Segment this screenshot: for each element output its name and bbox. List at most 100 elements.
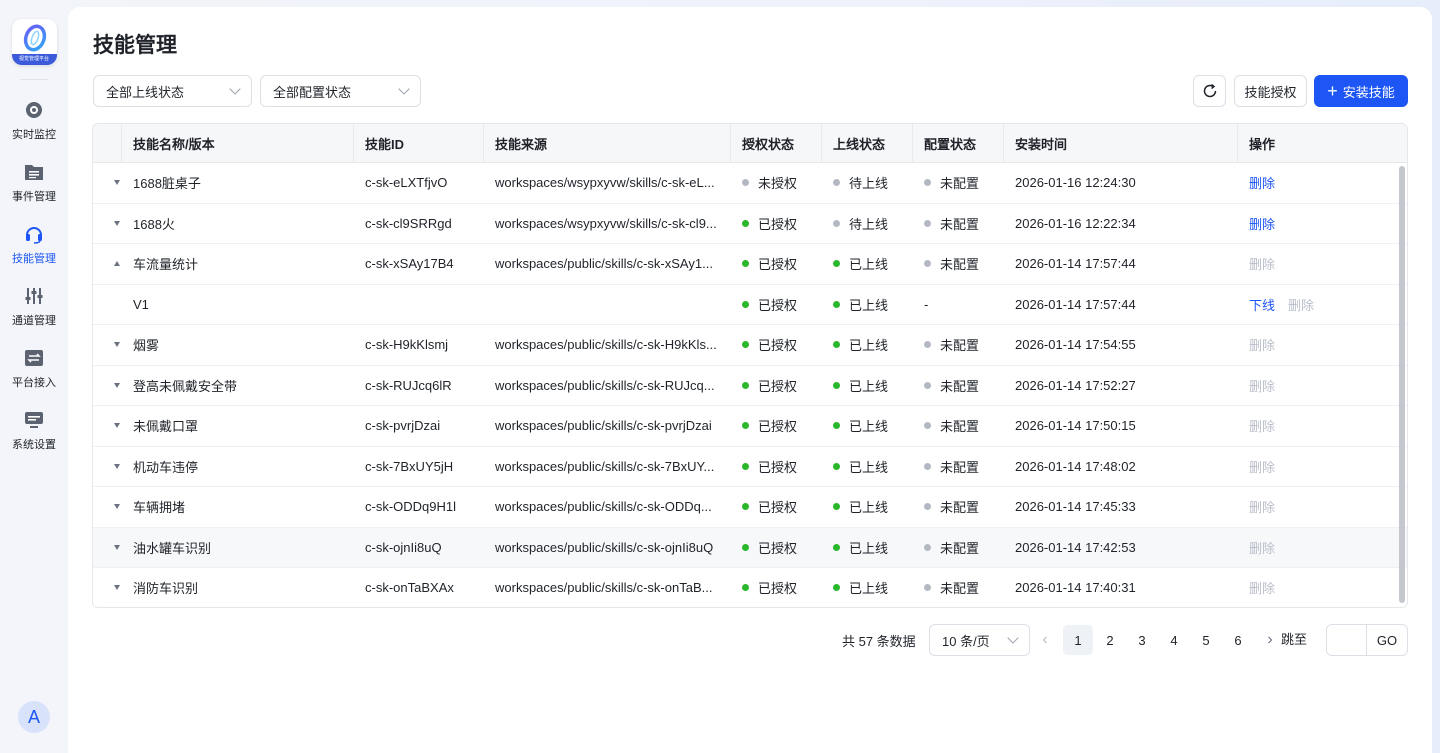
table-row[interactable]: 登高未佩戴安全带 c-sk-RUJcq6lR workspaces/public/s… bbox=[93, 365, 1407, 406]
expand-toggle[interactable] bbox=[93, 423, 121, 429]
table-row[interactable]: 未佩戴口罩 c-sk-pvrjDzai workspaces/public/skil… bbox=[93, 406, 1407, 447]
page-number-3[interactable]: 3 bbox=[1127, 625, 1157, 655]
online-status-text: 已上线 bbox=[849, 297, 889, 313]
row-actions: 删除 bbox=[1237, 538, 1395, 557]
sidebar-item-label: 实时监控 bbox=[12, 129, 56, 141]
skill-id: c-sk-pvrjDzai bbox=[365, 418, 441, 434]
page-size-value: 10 条/页 bbox=[942, 633, 990, 649]
pagination-total: 共 57 条数据 bbox=[842, 633, 916, 649]
config-status: 未配置 bbox=[912, 173, 1003, 192]
expand-toggle[interactable] bbox=[93, 342, 121, 348]
config-status: 未配置 bbox=[912, 254, 1003, 273]
skill-source: workspaces/public/skills/c-sk-RUJcq... bbox=[495, 377, 715, 393]
table-row[interactable]: 1688火 c-sk-cl9SRRgd workspaces/wsypxyvw/sk… bbox=[93, 203, 1407, 244]
install-time: 2026-01-14 17:40:31 bbox=[1015, 580, 1136, 596]
table-row[interactable]: 车流量统计 c-sk-xSAy17B4 workspaces/public/skil… bbox=[93, 244, 1407, 285]
online-status: 已上线 bbox=[821, 254, 912, 273]
online-status: 待上线 bbox=[821, 214, 912, 233]
sidebar-item-realtime-monitor[interactable]: 实时监控 bbox=[0, 90, 68, 152]
caret-down-icon bbox=[114, 423, 120, 429]
status-dot bbox=[833, 260, 840, 268]
auth-status-text: 已授权 bbox=[758, 257, 798, 273]
auth-status-text: 已授权 bbox=[758, 459, 798, 475]
expand-toggle[interactable] bbox=[93, 180, 121, 186]
config-status-text: 未配置 bbox=[940, 216, 980, 232]
config-status-text: 未配置 bbox=[940, 419, 980, 435]
chevron-left-icon: ‹ bbox=[1042, 631, 1048, 648]
config-status-filter[interactable]: 全部配置状态 bbox=[260, 75, 421, 107]
refresh-button[interactable] bbox=[1193, 75, 1226, 107]
avatar[interactable]: A bbox=[18, 701, 50, 733]
config-status: 未配置 bbox=[912, 416, 1003, 435]
expand-toggle[interactable] bbox=[93, 261, 121, 267]
table-row[interactable]: 烟雾 c-sk-H9kKlsmj workspaces/public/skills/… bbox=[93, 325, 1407, 366]
table-row[interactable]: 消防车识别 c-sk-onTaBXAx workspaces/public/skil… bbox=[93, 568, 1407, 607]
sidebar-item-system-settings[interactable]: 系统设置 bbox=[0, 400, 68, 462]
table-row[interactable]: 机动车违停 c-sk-7BxUY5jH workspaces/public/skil… bbox=[93, 446, 1407, 487]
online-status-filter[interactable]: 全部上线状态 bbox=[93, 75, 252, 107]
jump-page-input[interactable] bbox=[1327, 625, 1367, 655]
column-header-config: 配置状态 bbox=[912, 124, 1003, 163]
install-skill-button[interactable]: + 安装技能 bbox=[1314, 75, 1408, 107]
server-icon bbox=[24, 410, 44, 430]
row-actions: 删除 bbox=[1237, 578, 1395, 597]
skill-id: c-sk-onTaBXAx bbox=[365, 580, 454, 596]
offline-link[interactable]: 下线 bbox=[1249, 295, 1275, 314]
skill-source: workspaces/public/skills/c-sk-ODDq... bbox=[495, 499, 712, 515]
skill-name: 1688火 bbox=[133, 216, 175, 232]
delete-link[interactable]: 删除 bbox=[1249, 173, 1275, 192]
logo-caption: 视觉管理平台 bbox=[11, 54, 57, 65]
expand-toggle[interactable] bbox=[93, 544, 121, 550]
page-number-2[interactable]: 2 bbox=[1095, 625, 1125, 655]
config-status-text: 未配置 bbox=[940, 500, 980, 516]
skill-name: 烟雾 bbox=[133, 338, 160, 354]
next-page-button[interactable]: › bbox=[1258, 624, 1282, 656]
prev-page-button[interactable]: ‹ bbox=[1033, 624, 1057, 656]
page-number-6[interactable]: 6 bbox=[1223, 625, 1253, 655]
page-number-1[interactable]: 1 bbox=[1063, 625, 1093, 655]
skill-id: c-sk-7BxUY5jH bbox=[365, 458, 454, 474]
expand-toggle[interactable] bbox=[93, 585, 121, 591]
sidebar-item-skill-management[interactable]: 技能管理 bbox=[0, 214, 68, 276]
status-dot bbox=[833, 219, 840, 227]
camera-icon bbox=[24, 100, 44, 120]
auth-status-text: 已授权 bbox=[758, 581, 798, 597]
expand-toggle[interactable] bbox=[93, 220, 121, 226]
table-child-row[interactable]: V1 已授权 已上线 - 2026-01-14 17:57:44 下线 删除 bbox=[93, 284, 1407, 325]
delete-link: 删除 bbox=[1249, 419, 1276, 435]
config-status: 未配置 bbox=[912, 214, 1003, 233]
config-status: 未配置 bbox=[912, 335, 1003, 354]
page-number-4[interactable]: 4 bbox=[1159, 625, 1189, 655]
table-row[interactable]: 1688脏桌子 c-sk-eLXTfjvO workspaces/wsypxyvw/… bbox=[93, 163, 1407, 204]
expand-toggle[interactable] bbox=[93, 504, 121, 510]
expand-toggle[interactable] bbox=[93, 382, 121, 388]
install-time: 2026-01-14 17:54:55 bbox=[1015, 337, 1136, 353]
table-scrollbar[interactable] bbox=[1399, 164, 1405, 605]
sidebar-item-event-management[interactable]: 事件管理 bbox=[0, 152, 68, 214]
page-number-5[interactable]: 5 bbox=[1191, 625, 1221, 655]
expand-toggle[interactable] bbox=[93, 463, 121, 469]
app-logo[interactable]: 视觉管理平台 bbox=[11, 19, 57, 65]
page-size-select[interactable]: 10 条/页 bbox=[929, 624, 1030, 656]
sidebar-item-channel-management[interactable]: 通道管理 bbox=[0, 276, 68, 338]
sidebar-item-platform-access[interactable]: 平台接入 bbox=[0, 338, 68, 400]
scrollbar-thumb[interactable] bbox=[1399, 166, 1405, 603]
skill-source: workspaces/public/skills/c-sk-pvrjDzai bbox=[495, 418, 712, 434]
delete-link[interactable]: 删除 bbox=[1249, 214, 1275, 233]
config-status: 未配置 bbox=[912, 376, 1003, 395]
online-status: 已上线 bbox=[821, 416, 912, 435]
online-status: 已上线 bbox=[821, 497, 912, 516]
row-actions: 删除 bbox=[1237, 335, 1395, 354]
config-status-text: - bbox=[924, 296, 929, 312]
config-status: 未配置 bbox=[912, 578, 1003, 597]
skill-source: workspaces/public/skills/c-sk-7BxUY... bbox=[495, 458, 715, 474]
plus-icon: + bbox=[1327, 81, 1338, 101]
online-status-text: 已上线 bbox=[849, 378, 889, 394]
table-row[interactable]: 油水罐车识别 c-sk-ojnIi8uQ workspaces/public/ski… bbox=[93, 527, 1407, 568]
jump-go-button[interactable]: GO bbox=[1367, 625, 1407, 655]
online-status: 已上线 bbox=[821, 578, 912, 597]
skill-authorize-button[interactable]: 技能授权 bbox=[1234, 75, 1307, 107]
status-dot bbox=[742, 179, 749, 187]
table-row[interactable]: 车辆拥堵 c-sk-ODDq9H1l workspaces/public/skill… bbox=[93, 487, 1407, 528]
caret-down-icon bbox=[114, 544, 120, 550]
